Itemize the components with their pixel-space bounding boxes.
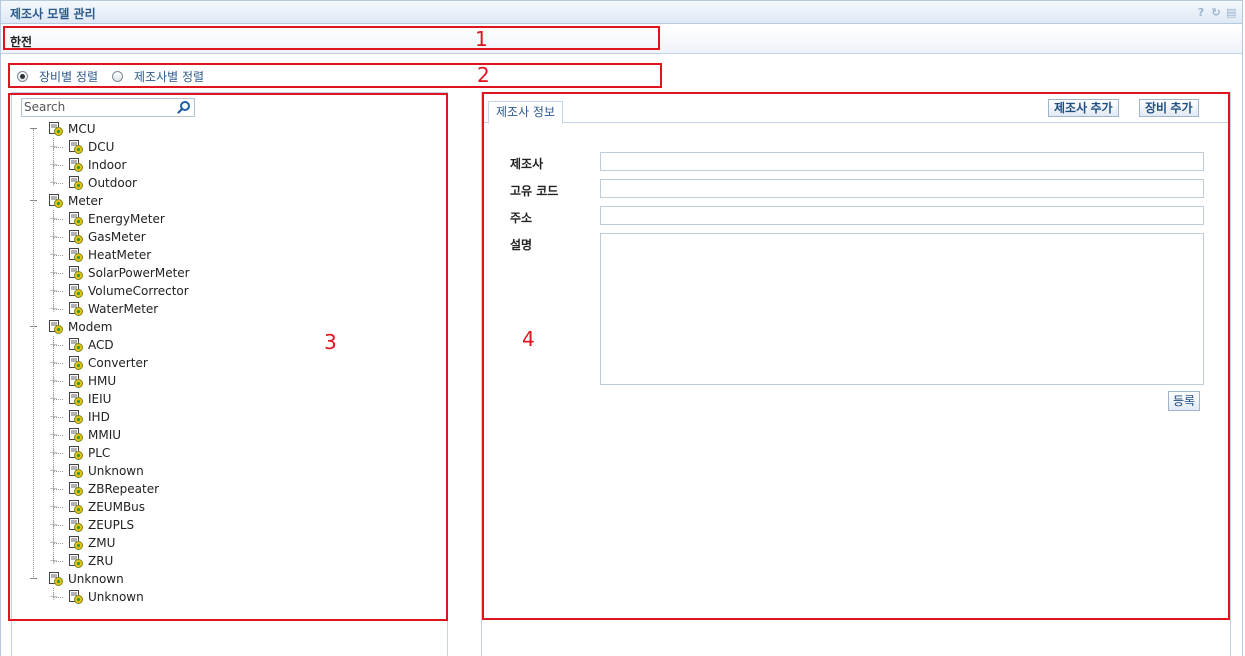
refresh-icon[interactable]: ↻	[1211, 6, 1221, 19]
annotation-box-3	[8, 93, 448, 621]
annotation-marker-2: 2	[477, 63, 490, 87]
window-titlebar: 제조사 모델 관리 ? ↻ ▤	[0, 0, 1243, 24]
window-tools: ? ↻ ▤	[1196, 6, 1237, 19]
help-icon[interactable]: ?	[1196, 6, 1206, 19]
annotation-box-2	[8, 63, 662, 88]
annotation-box-1	[3, 26, 660, 50]
annotation-marker-1: 1	[475, 27, 488, 51]
annotation-marker-3: 3	[324, 330, 337, 354]
annotation-marker-4: 4	[522, 327, 535, 351]
annotation-box-4	[482, 92, 1230, 620]
menu-icon[interactable]: ▤	[1226, 6, 1236, 19]
window-title: 제조사 모델 관리	[10, 7, 96, 21]
